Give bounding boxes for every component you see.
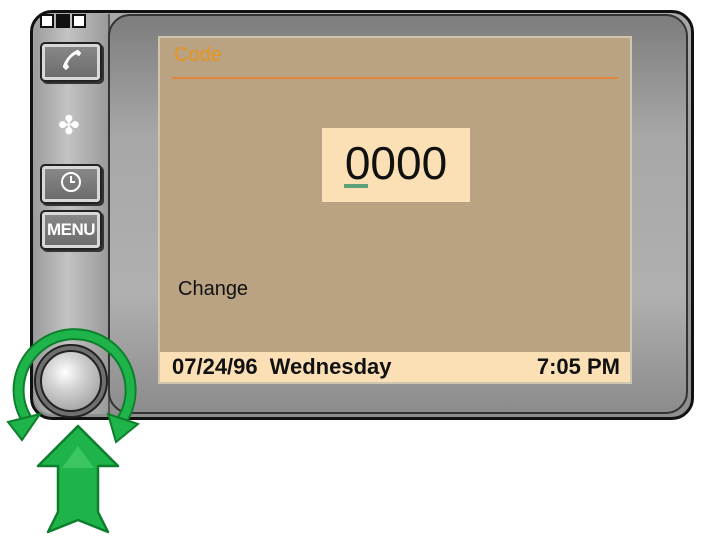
rotate-arrow-icon xyxy=(6,328,141,444)
push-arrow-icon xyxy=(36,424,120,534)
gesture-arrows xyxy=(6,328,141,534)
